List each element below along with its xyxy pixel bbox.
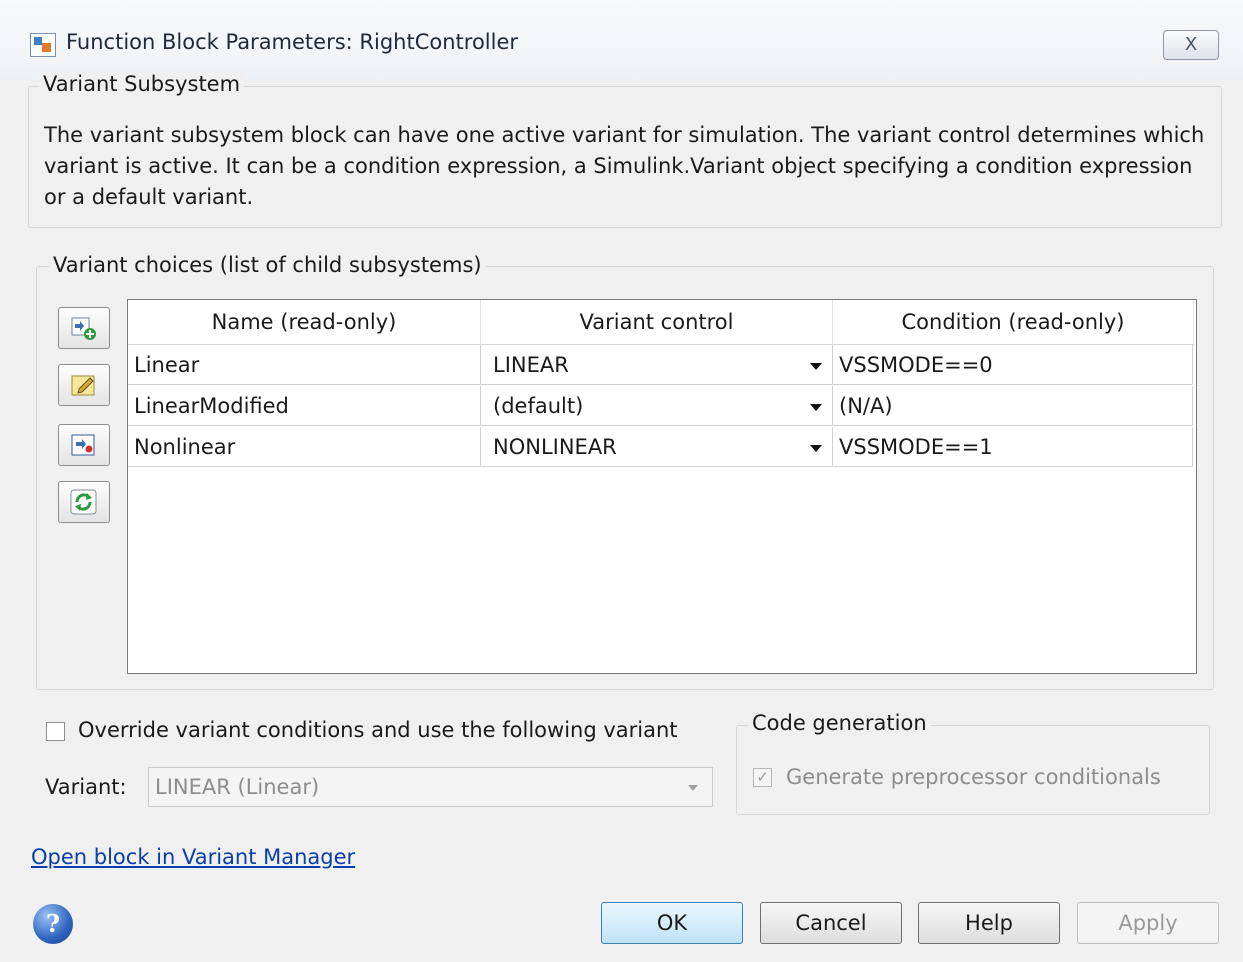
variant-control-value: NONLINEAR: [493, 435, 617, 459]
cell-condition: VSSMODE==1: [833, 427, 1193, 467]
dropdown-arrow-icon: [810, 404, 822, 411]
variant-control-value: (default): [493, 394, 584, 418]
table-row[interactable]: Linear LINEAR VSSMODE==0: [128, 345, 1193, 385]
refresh-icon: [70, 489, 97, 515]
help-button[interactable]: Help: [918, 902, 1060, 944]
description-text: The variant subsystem block can have one…: [44, 123, 1205, 209]
apply-button[interactable]: Apply: [1077, 902, 1219, 944]
dropdown-arrow-icon: [688, 785, 698, 791]
variant-control-dropdown[interactable]: NONLINEAR: [481, 427, 833, 467]
override-checkbox-label: Override variant conditions and use the …: [78, 718, 678, 742]
code-generation-label: Code generation: [748, 711, 931, 735]
open-variant-manager-link[interactable]: Open block in Variant Manager: [31, 845, 355, 869]
dropdown-arrow-icon: [810, 363, 822, 370]
column-header-condition[interactable]: Condition (read-only): [833, 300, 1194, 345]
cancel-button[interactable]: Cancel: [760, 902, 902, 944]
title-bar: Function Block Parameters: RightControll…: [0, 0, 1243, 80]
variant-control-value: LINEAR: [493, 353, 569, 377]
add-choice-button[interactable]: [58, 307, 110, 349]
variant-select-value: LINEAR (Linear): [155, 775, 320, 799]
cell-condition: VSSMODE==0: [833, 345, 1193, 385]
edit-choice-button[interactable]: [58, 364, 110, 406]
cell-condition: (N/A): [833, 386, 1193, 426]
open-choice-button[interactable]: [58, 424, 110, 466]
cell-name: Linear: [128, 345, 481, 385]
table-row[interactable]: LinearModified (default) (N/A): [128, 386, 1193, 426]
cell-name: LinearModified: [128, 386, 481, 426]
variant-choices-label: Variant choices (list of child subsystem…: [49, 253, 486, 277]
override-checkbox[interactable]: [46, 722, 65, 741]
table-row[interactable]: Nonlinear NONLINEAR VSSMODE==1: [128, 427, 1193, 467]
generate-preprocessor-label: Generate preprocessor conditionals: [786, 765, 1161, 789]
generate-preprocessor-checkbox[interactable]: ✓: [753, 768, 772, 787]
add-choice-icon: [71, 317, 96, 340]
variant-select[interactable]: LINEAR (Linear): [148, 767, 713, 807]
variant-label: Variant:: [45, 775, 127, 799]
variant-control-dropdown[interactable]: (default): [481, 386, 833, 426]
window-title: Function Block Parameters: RightControll…: [66, 30, 519, 54]
block-parameters-icon: [30, 33, 56, 57]
cell-name: Nonlinear: [128, 427, 481, 467]
variant-control-dropdown[interactable]: LINEAR: [481, 345, 833, 385]
variant-choices-table: Name (read-only) Variant control Conditi…: [127, 299, 1197, 674]
refresh-button[interactable]: [58, 481, 110, 523]
dropdown-arrow-icon: [810, 445, 822, 452]
open-choice-icon: [71, 434, 95, 456]
help-icon[interactable]: ?: [33, 904, 73, 944]
edit-choice-icon: [71, 375, 95, 396]
column-header-variant-control[interactable]: Variant control: [481, 300, 833, 345]
variant-subsystem-label: Variant Subsystem: [39, 72, 245, 96]
column-header-name[interactable]: Name (read-only): [128, 300, 481, 345]
close-button[interactable]: X: [1163, 30, 1219, 60]
ok-button[interactable]: OK: [601, 902, 743, 944]
